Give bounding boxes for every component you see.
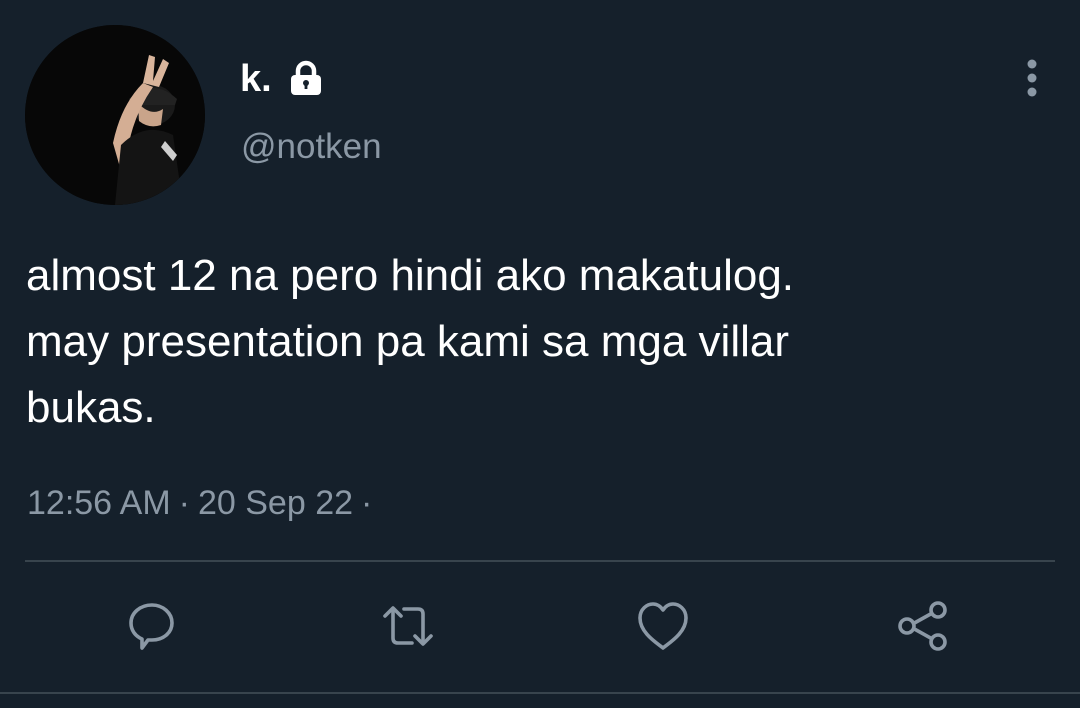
avatar[interactable] xyxy=(25,25,205,205)
more-vertical-icon[interactable] xyxy=(1012,56,1052,100)
tweet-date: 20 Sep 22 xyxy=(197,484,354,522)
heart-icon[interactable] xyxy=(633,596,693,656)
tweet-text: almost 12 na pero hindi ako makatulog. m… xyxy=(26,251,795,432)
meta-separator: · xyxy=(178,484,190,522)
tweet-timestamp[interactable]: 12:56 AM · 20 Sep 22 · xyxy=(27,481,380,525)
reply-icon[interactable] xyxy=(122,596,182,656)
bottom-divider xyxy=(0,692,1080,694)
author-handle[interactable]: @notken xyxy=(241,125,382,169)
meta-separator-trailing: · xyxy=(361,484,373,522)
retweet-icon[interactable] xyxy=(378,596,438,656)
tweet-card: k. @notken almost 12 na pero hindi ako m… xyxy=(0,0,1080,708)
share-icon[interactable] xyxy=(893,596,953,656)
divider xyxy=(25,560,1055,562)
avatar-photo xyxy=(25,25,205,205)
tweet-time: 12:56 AM xyxy=(27,484,171,522)
lock-icon xyxy=(286,58,326,98)
author-display-name[interactable]: k. xyxy=(240,54,272,104)
